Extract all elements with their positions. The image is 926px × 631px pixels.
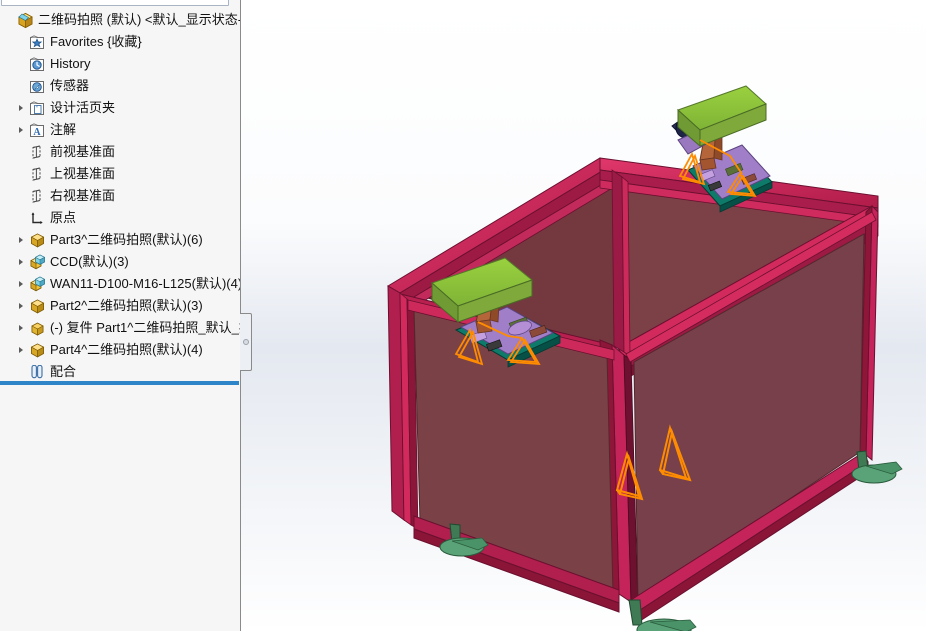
tree-item-sensors[interactable]: 传感器: [0, 75, 240, 97]
origin-icon: [27, 207, 47, 229]
tree-item-right-plane[interactable]: 右视基准面: [0, 185, 240, 207]
splitter-grip-dot[interactable]: [243, 339, 249, 345]
tree-item-label: 设计活页夹: [50, 100, 116, 115]
tree-item-front-plane[interactable]: 前视基准面: [0, 141, 240, 163]
annotations-icon: A: [27, 119, 47, 141]
tree-item-label: 配合: [50, 364, 77, 379]
tree-item-wan11[interactable]: WAN11-D100-M16-L125(默认)(4): [0, 273, 241, 295]
panel-splitter-handle[interactable]: [240, 313, 252, 371]
subassembly-icon: [27, 251, 47, 273]
tree-item-part3[interactable]: Part3^二维码拍照(默认)(6): [0, 229, 240, 251]
expand-arrow-placeholder: [14, 185, 27, 207]
assembly-icon: [15, 9, 35, 31]
tree-item-ccd[interactable]: CCD(默认)(3): [0, 251, 240, 273]
tree-item-label: 传感器: [50, 78, 90, 93]
expand-arrow-placeholder: [14, 207, 27, 229]
tree-item-top-plane[interactable]: 上视基准面: [0, 163, 240, 185]
tree-item-mates[interactable]: 配合: [0, 361, 240, 383]
expand-arrow-placeholder: [2, 9, 15, 31]
expand-arrow-placeholder: [14, 361, 27, 383]
expand-arrow[interactable]: [14, 273, 27, 295]
expand-arrow[interactable]: [14, 229, 27, 251]
tree-item-part1-copy[interactable]: (-) 复件 Part1^二维码拍照_默认_按: [0, 317, 241, 339]
expand-arrow[interactable]: [14, 119, 27, 141]
feature-tree[interactable]: 二维码拍照 (默认) <默认_显示状态-1> Favorites {收藏} Hi…: [0, 9, 241, 383]
tree-item-label: CCD(默认)(3): [50, 254, 129, 269]
tree-item-label: (-) 复件 Part1^二维码拍照_默认_按: [50, 320, 241, 335]
favorites-folder-icon: [27, 31, 47, 53]
expand-arrow[interactable]: [14, 339, 27, 361]
tree-item-label: 右视基准面: [50, 188, 116, 203]
mates-icon: [27, 361, 47, 383]
expand-arrow[interactable]: [14, 295, 27, 317]
sensors-icon: [27, 75, 47, 97]
part-unresolved-icon: [27, 317, 47, 339]
tree-item-part4[interactable]: Part4^二维码拍照(默认)(4): [0, 339, 240, 361]
tree-item-label: Part2^二维码拍照(默认)(3): [50, 298, 203, 313]
tree-item-history[interactable]: History: [0, 53, 240, 75]
tree-item-origin[interactable]: 原点: [0, 207, 240, 229]
solidworks-window: 二维码拍照 (默认) <默认_显示状态-1> Favorites {收藏} Hi…: [0, 0, 926, 631]
plane-icon: [27, 163, 47, 185]
expand-arrow-placeholder: [14, 141, 27, 163]
history-folder-icon: [27, 53, 47, 75]
expand-arrow[interactable]: [14, 97, 27, 119]
tree-item-label: 注解: [50, 122, 77, 137]
tree-item-label: Part4^二维码拍照(默认)(4): [50, 342, 203, 357]
expand-arrow-placeholder: [14, 53, 27, 75]
svg-text:A: A: [33, 127, 41, 138]
tree-item-label: 上视基准面: [50, 166, 116, 181]
plane-icon: [27, 141, 47, 163]
expand-arrow[interactable]: [14, 317, 27, 339]
tree-bottom-separator: [0, 381, 239, 385]
expand-arrow-placeholder: [14, 75, 27, 97]
tree-search-strip: [0, 0, 240, 9]
tree-item-label: WAN11-D100-M16-L125(默认)(4): [50, 276, 241, 291]
design-binder-icon: [27, 97, 47, 119]
part-icon: [27, 229, 47, 251]
part-icon: [27, 295, 47, 317]
search-input[interactable]: [1, 0, 229, 6]
tree-item-label: 原点: [50, 210, 77, 225]
tree-item-annotations[interactable]: A 注解: [0, 119, 240, 141]
subassembly-icon: [27, 273, 47, 295]
tree-item-part2[interactable]: Part2^二维码拍照(默认)(3): [0, 295, 240, 317]
expand-arrow-placeholder: [14, 163, 27, 185]
part-icon: [27, 339, 47, 361]
tree-item-label: History: [50, 56, 91, 71]
tree-root-label: 二维码拍照 (默认) <默认_显示状态-1>: [38, 12, 241, 27]
expand-arrow[interactable]: [14, 251, 27, 273]
tree-item-design-binder[interactable]: 设计活页夹: [0, 97, 240, 119]
expand-arrow-placeholder: [14, 31, 27, 53]
tree-item-label: 前视基准面: [50, 144, 116, 159]
tree-root-assembly[interactable]: 二维码拍照 (默认) <默认_显示状态-1>: [0, 9, 241, 31]
feature-manager-panel[interactable]: 二维码拍照 (默认) <默认_显示状态-1> Favorites {收藏} Hi…: [0, 0, 241, 631]
plane-icon: [27, 185, 47, 207]
tree-item-label: Part3^二维码拍照(默认)(6): [50, 232, 203, 247]
tree-item-favorites[interactable]: Favorites {收藏}: [0, 31, 240, 53]
tree-item-label: Favorites {收藏}: [50, 34, 142, 49]
